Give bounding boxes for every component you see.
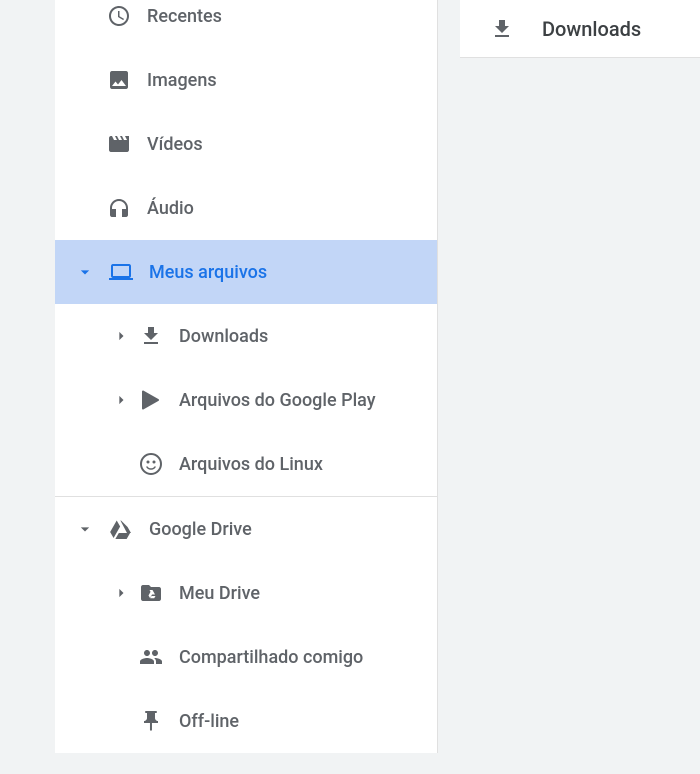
drive-icon <box>109 517 133 541</box>
sidebar-item-label: Downloads <box>179 326 268 347</box>
laptop-icon <box>109 260 133 284</box>
chevron-down-icon <box>75 262 95 282</box>
sidebar-item-downloads[interactable]: Downloads <box>55 304 437 368</box>
sidebar-item-myfiles[interactable]: Meus arquivos <box>55 240 437 304</box>
sidebar-item-label: Compartilhado comigo <box>179 647 363 668</box>
content-title: Downloads <box>542 17 641 41</box>
folder-drive-icon <box>139 581 163 605</box>
chevron-right-icon <box>111 583 131 603</box>
sidebar-item-label: Imagens <box>147 70 217 91</box>
pin-icon <box>139 709 163 733</box>
chevron-down-icon <box>75 519 95 539</box>
image-icon <box>107 68 131 92</box>
sidebar-item-label: Off-line <box>179 711 239 732</box>
linux-icon <box>139 452 163 476</box>
play-icon <box>139 388 163 412</box>
sidebar-item-playfiles[interactable]: Arquivos do Google Play <box>55 368 437 432</box>
chevron-right-icon <box>111 390 131 410</box>
sidebar-item-recents[interactable]: Recentes <box>55 0 437 48</box>
sidebar-item-shared[interactable]: Compartilhado comigo <box>55 625 437 689</box>
headset-icon <box>107 196 131 220</box>
sidebar-item-label: Arquivos do Linux <box>179 454 323 475</box>
sidebar-item-videos[interactable]: Vídeos <box>55 112 437 176</box>
people-icon <box>139 645 163 669</box>
chevron-right-icon <box>111 326 131 346</box>
download-icon <box>490 17 514 41</box>
sidebar-item-gdrive[interactable]: Google Drive <box>55 497 437 561</box>
sidebar-item-label: Recentes <box>147 6 222 27</box>
sidebar: Recentes Imagens Vídeos Áudio Meus arqui… <box>55 0 438 753</box>
sidebar-item-offline[interactable]: Off-line <box>55 689 437 753</box>
download-icon <box>139 324 163 348</box>
sidebar-item-label: Vídeos <box>147 134 203 155</box>
clock-icon <box>107 4 131 28</box>
movie-icon <box>107 132 131 156</box>
sidebar-item-label: Google Drive <box>149 519 252 540</box>
content-header: Downloads <box>460 0 700 58</box>
sidebar-item-images[interactable]: Imagens <box>55 48 437 112</box>
sidebar-item-mydrive[interactable]: Meu Drive <box>55 561 437 625</box>
sidebar-item-linuxfiles[interactable]: Arquivos do Linux <box>55 432 437 496</box>
sidebar-item-label: Meu Drive <box>179 583 260 604</box>
sidebar-item-label: Áudio <box>147 198 194 219</box>
sidebar-item-audio[interactable]: Áudio <box>55 176 437 240</box>
sidebar-item-label: Meus arquivos <box>149 262 267 283</box>
sidebar-item-label: Arquivos do Google Play <box>179 390 376 411</box>
